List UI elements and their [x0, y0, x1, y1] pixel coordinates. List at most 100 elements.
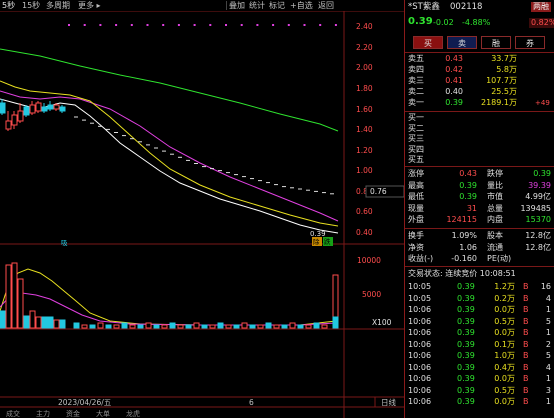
buy-button[interactable]: 买	[413, 36, 443, 49]
ask-price[interactable]: 0.40	[433, 87, 463, 97]
price-tick: 2.00	[356, 63, 373, 72]
volume-bar	[281, 324, 288, 329]
candle	[0, 102, 6, 114]
volume-bar	[177, 324, 184, 329]
stat-value: -0.160	[451, 254, 477, 263]
indicator-tab[interactable]: 大单	[96, 409, 110, 418]
overlay-button[interactable]: 叠加	[229, 0, 245, 11]
ask-volume: 33.7万	[491, 54, 517, 63]
multi-period-tab[interactable]: 多周期	[46, 0, 70, 11]
divider	[405, 52, 554, 53]
stock-name: *ST紫鑫	[408, 2, 440, 12]
month-tick: 6	[249, 398, 254, 407]
chart-toolbar: 5秒 15秒 多周期 更多 ▸ 叠加 统计 标记 +自选 返回	[0, 0, 404, 11]
volume-bar	[297, 324, 304, 329]
more-periods-menu[interactable]: 更多 ▸	[78, 0, 101, 11]
chart-event-marker[interactable]: 吸	[61, 239, 68, 247]
tick-volume: 0.1万	[494, 339, 515, 349]
candle	[11, 114, 18, 126]
bid-level-label: 买一	[408, 113, 424, 122]
volume-bar	[11, 262, 18, 329]
tick-time: 10:06	[408, 362, 432, 372]
kline-chart[interactable]: 2.40 2.20 2.00 1.80 1.60 1.40 1.20 1.00 …	[0, 11, 404, 418]
volume-bar	[5, 264, 12, 329]
back-button[interactable]: 返回	[318, 0, 334, 11]
volume-bar	[249, 324, 256, 329]
tick-volume: 0.0万	[494, 397, 515, 406]
stat-value: 124115	[446, 215, 477, 224]
volume-bar	[217, 322, 224, 329]
limit-down-badge[interactable]: 跌	[324, 237, 331, 246]
sell-button[interactable]: 卖	[447, 36, 477, 49]
margin-trading-badge[interactable]: 两融	[531, 2, 551, 12]
indicator-tab[interactable]: 龙虎	[126, 409, 140, 418]
tick-direction: B	[523, 385, 529, 395]
volume-bars	[0, 262, 339, 329]
period-15s-tab[interactable]: 15秒	[22, 0, 40, 11]
ex-dividend-badge[interactable]: 除	[313, 237, 320, 246]
add-watchlist-button[interactable]: +自选	[290, 0, 313, 11]
ask-volume: 2189.1万	[481, 98, 517, 107]
divider	[405, 111, 554, 112]
tick-count: 16	[540, 282, 551, 291]
indicator-tab[interactable]: 资金	[66, 409, 80, 418]
ask-price[interactable]: 0.39	[433, 98, 463, 108]
tick-direction: B	[523, 293, 529, 303]
ask-price[interactable]: 0.42	[433, 65, 463, 75]
volume-bar	[73, 322, 80, 329]
volume-bar	[89, 324, 96, 329]
volume-bar	[113, 324, 120, 329]
margin-buy-button[interactable]: 融	[481, 36, 511, 49]
stat-label: 跌停	[487, 169, 503, 178]
price-change: -0.02	[433, 18, 454, 27]
volume-bar	[169, 322, 176, 329]
tick-time: 10:06	[408, 339, 432, 349]
tick-count: 4	[545, 362, 551, 372]
event-dot	[334, 24, 337, 26]
ask-level-label: 卖五	[408, 54, 424, 63]
stat-value: 4.99亿	[525, 192, 551, 201]
tick-direction: B	[523, 362, 529, 372]
volume-bar	[35, 316, 42, 329]
ask-level-label: 卖四	[408, 65, 424, 74]
mark-button[interactable]: 标记	[269, 0, 285, 11]
event-dot	[83, 24, 86, 26]
tick-price: 0.39	[457, 305, 475, 314]
stat-value: 0.39	[533, 169, 551, 178]
statistics-button[interactable]: 统计	[249, 0, 265, 11]
short-sell-button[interactable]: 券	[515, 36, 545, 49]
stat-value: 12.8亿	[525, 242, 551, 252]
bid-level-label: 买三	[408, 134, 424, 143]
volume-bar	[193, 322, 200, 329]
indicator-tab[interactable]: 成交	[6, 409, 20, 418]
tick-count: 1	[545, 397, 551, 406]
stat-label: 总量	[487, 203, 503, 213]
stat-label: 内盘	[487, 215, 503, 224]
ask-price[interactable]: 0.41	[433, 76, 463, 86]
volume-bar	[305, 324, 312, 329]
stat-label: 换手	[408, 231, 424, 240]
ma20-line	[0, 90, 339, 222]
stat-label: 净资	[408, 242, 424, 252]
tick-volume: 0.0万	[494, 305, 515, 314]
candle	[29, 104, 36, 114]
stat-value: 1.06	[459, 242, 477, 252]
tick-direction: B	[523, 397, 529, 406]
volume-bar	[321, 324, 328, 329]
tick-volume: 0.4万	[494, 362, 515, 372]
ask-volume: 25.5万	[491, 87, 517, 96]
event-dot	[162, 24, 165, 26]
indicator-tab[interactable]: 主力	[36, 409, 50, 418]
tick-volume: 1.2万	[494, 282, 515, 291]
volume-bar	[137, 324, 144, 329]
tick-time: 10:06	[408, 328, 432, 337]
ask-price[interactable]: 0.43	[433, 54, 463, 64]
divider	[405, 166, 554, 167]
period-5s-tab[interactable]: 5秒	[2, 0, 15, 11]
event-dot	[225, 24, 227, 26]
event-dot	[272, 24, 275, 26]
quote-panel: *ST紫鑫 002118 两融 0.39 -0.02 -4.88% 0.82% …	[404, 0, 554, 418]
period-label[interactable]: 日线	[381, 397, 396, 407]
tick-direction: B	[523, 374, 529, 383]
volume-bar	[241, 322, 248, 329]
